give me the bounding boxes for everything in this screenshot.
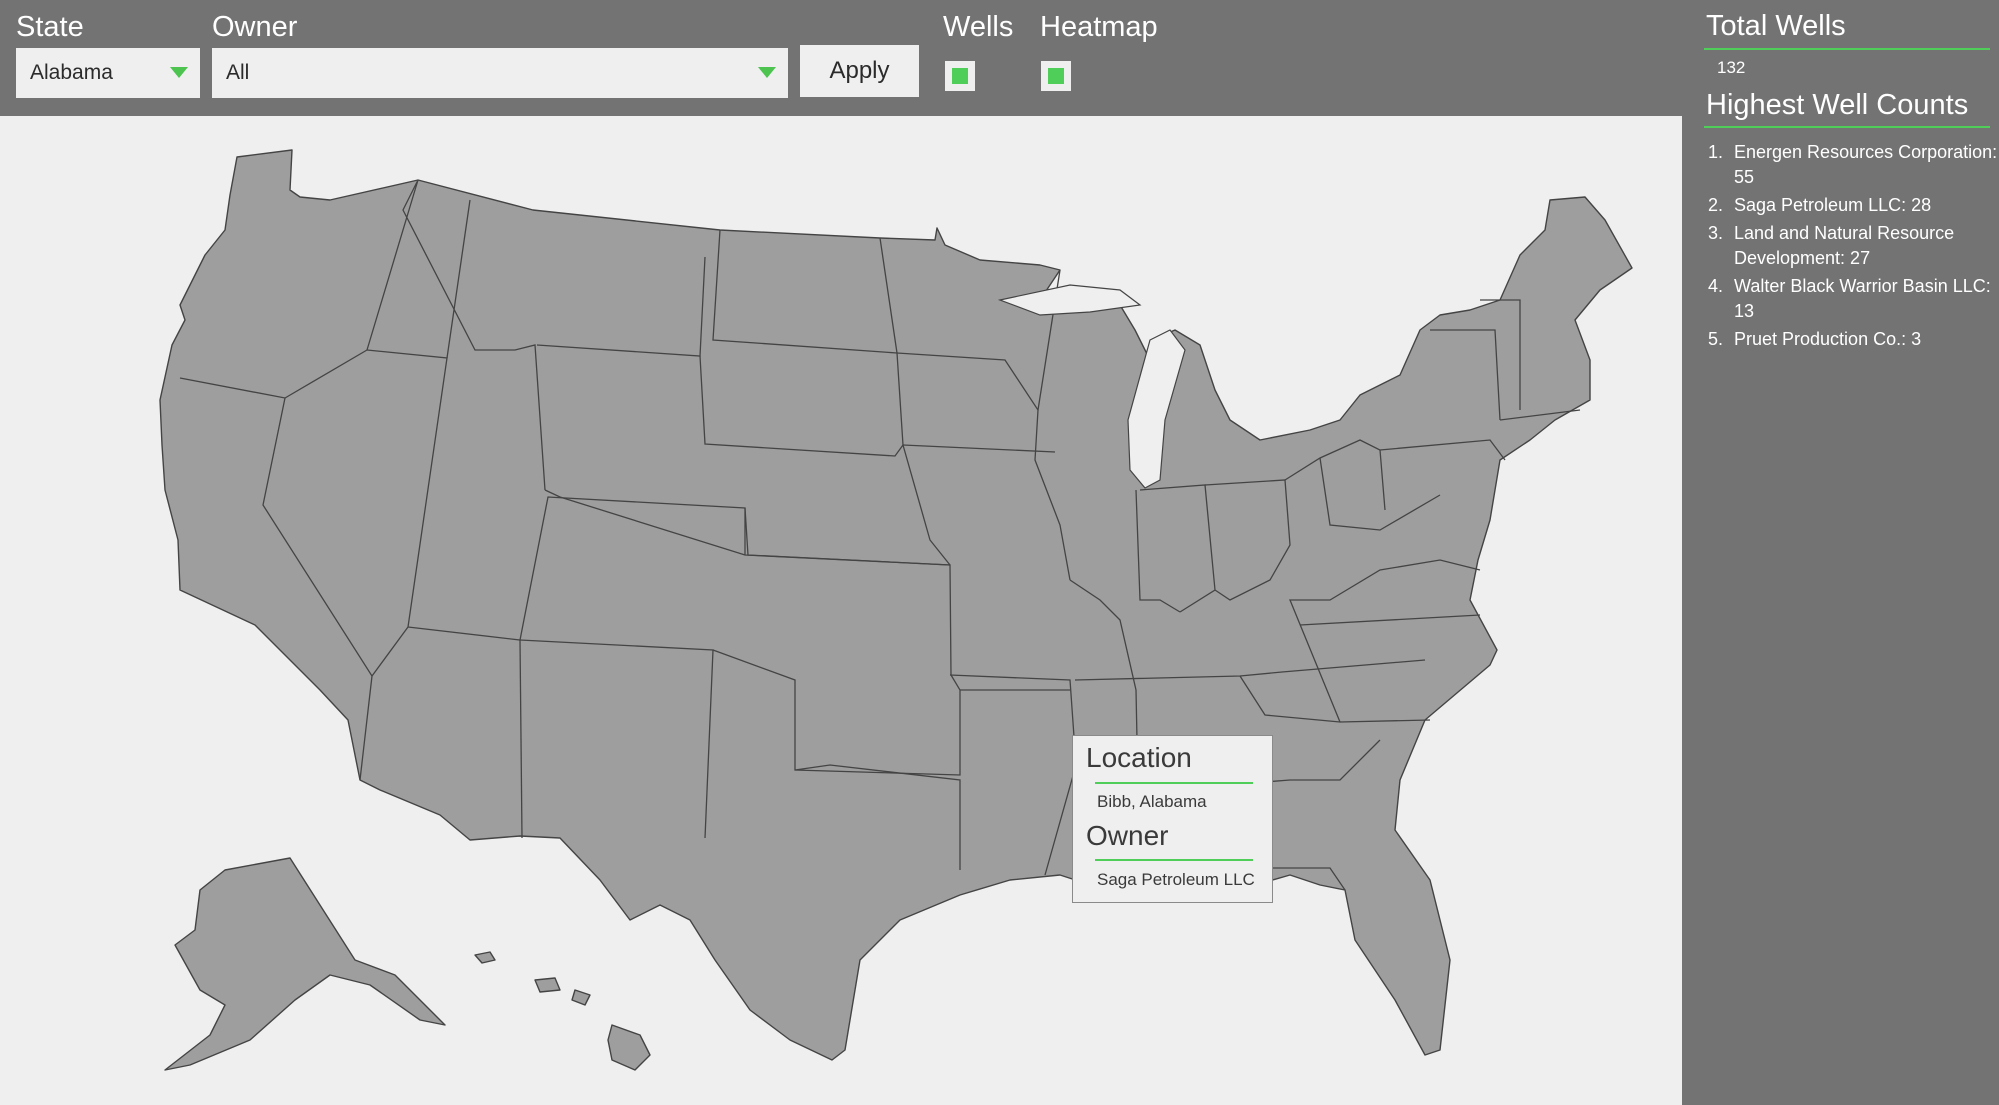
state-select-value: Alabama (30, 61, 113, 84)
contiguous-us-outline (159, 149, 1633, 1061)
tooltip-divider (1095, 782, 1253, 784)
tooltip-owner-heading: Owner (1086, 820, 1169, 851)
tooltip-owner-value: Saga Petroleum LLC (1097, 870, 1255, 889)
highest-well-counts-heading: Highest Well Counts (1706, 89, 1969, 121)
owner-select[interactable]: All (212, 48, 788, 98)
state-label: State (16, 11, 84, 43)
checkbox-checked-indicator (1048, 68, 1064, 84)
tooltip-divider (1095, 859, 1253, 861)
tooltip-location-value: Bibb, Alabama (1097, 792, 1207, 811)
sidebar-divider (1704, 48, 1990, 50)
filter-toolbar: State Alabama Owner All Apply Wells Heat… (0, 0, 1682, 116)
stats-sidebar: Total Wells 132 Highest Well Counts Ener… (1682, 0, 1999, 1105)
sidebar-divider (1704, 126, 1990, 128)
checkbox-checked-indicator (952, 68, 968, 84)
map-area[interactable]: Location Bibb, Alabama Owner Saga Petrol… (0, 116, 1682, 1105)
total-wells-value: 132 (1717, 58, 1746, 77)
wells-label: Wells (943, 11, 1014, 43)
app-window: State Alabama Owner All Apply Wells Heat… (0, 0, 1999, 1105)
list-item: Energen Resources Corporation: 55 (1728, 140, 1999, 190)
state-select[interactable]: Alabama (16, 48, 200, 98)
us-map[interactable] (0, 116, 1682, 1105)
chevron-down-icon (170, 67, 188, 78)
state-hawaii (474, 951, 651, 1071)
well-count-list: Energen Resources Corporation: 55 Saga P… (1706, 140, 1999, 355)
heatmap-checkbox[interactable] (1041, 61, 1071, 91)
list-item: Walter Black Warrior Basin LLC: 13 (1728, 274, 1999, 324)
location-tooltip: Location Bibb, Alabama Owner Saga Petrol… (1072, 735, 1273, 903)
owner-label: Owner (212, 11, 298, 43)
apply-button[interactable]: Apply (800, 45, 919, 97)
list-item: Saga Petroleum LLC: 28 (1728, 193, 1999, 218)
tooltip-location-heading: Location (1086, 742, 1192, 773)
wells-checkbox[interactable] (945, 61, 975, 91)
heatmap-label: Heatmap (1040, 11, 1158, 43)
chevron-down-icon (758, 67, 776, 78)
total-wells-heading: Total Wells (1706, 10, 1846, 42)
state-alaska (164, 857, 446, 1071)
list-item: Pruet Production Co.: 3 (1728, 327, 1999, 352)
owner-select-value: All (226, 61, 250, 84)
list-item: Land and Natural Resource Development: 2… (1728, 221, 1999, 271)
